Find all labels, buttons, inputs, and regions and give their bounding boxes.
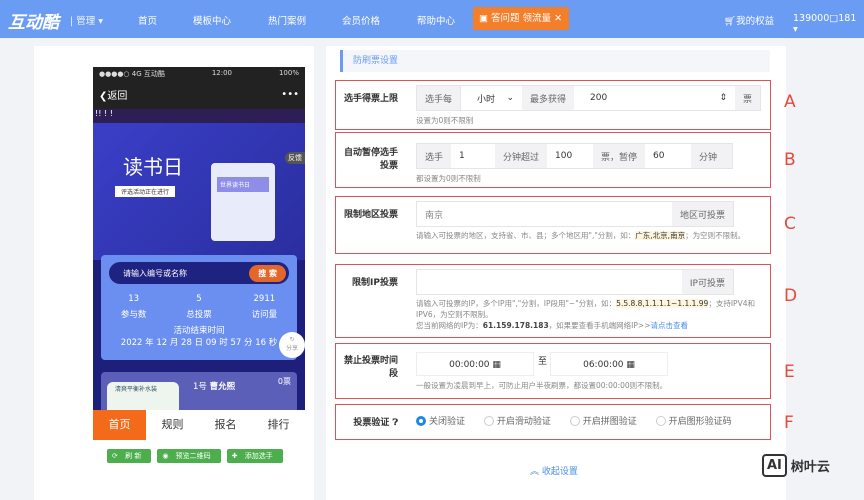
preview-qr-button[interactable]: ◉ 预览二维码 xyxy=(157,449,221,463)
tab-signup[interactable]: 报名 xyxy=(199,410,252,440)
marker-f: F xyxy=(784,413,794,433)
banner-subtitle: 评选活动正在进行 xyxy=(115,186,176,197)
marquee: !! ! ! xyxy=(93,109,305,123)
addon-text: 票 xyxy=(734,86,760,110)
ip-input[interactable] xyxy=(417,270,682,294)
cart-icon: 🛒︎ xyxy=(724,16,737,27)
share-button[interactable]: ↻ 分享 xyxy=(279,332,305,358)
verification-label: 投票验证 ❓︎ xyxy=(353,418,398,428)
tab-rules[interactable]: 规则 xyxy=(146,410,199,440)
status-bar: ●●●●○ 4G 互动酷 12:00 100% xyxy=(93,67,305,79)
addon-text: 最多获得 xyxy=(522,86,575,110)
nav-cases[interactable]: 热门案例 xyxy=(268,13,306,27)
marker-c: C xyxy=(784,214,796,234)
stats-panel: 请输入编号或名称 搜 索 13 参与数 5 总投票 2911 访问量 活动结束时间 20… xyxy=(101,255,305,360)
addon-text: 地区可投票 xyxy=(671,202,733,226)
end-time: 2022 年 12 月 28 日 09 时 57 分 16 秒 xyxy=(120,338,278,348)
auto-pause-row: 自动暂停选手 投票 选手 1 分钟超过 100 票，暂停 60 分钟 都设置为0则… xyxy=(335,132,771,188)
scroll-label: 世界读书日 xyxy=(217,177,269,192)
auto-pause-label: 自动暂停选手 投票 xyxy=(343,148,398,171)
watermark-logo-icon: AI xyxy=(762,454,787,477)
logo[interactable]: 互动酷 xyxy=(8,8,59,33)
calendar-icon: ▦ xyxy=(492,360,501,370)
phone-tabs: 首页 规则 报名 排行 xyxy=(93,410,305,440)
radio-off[interactable]: 关闭验证 xyxy=(416,414,465,427)
search-button[interactable]: 搜 索 xyxy=(249,264,286,282)
start-time-input[interactable]: 00:00:00 ▦ xyxy=(416,352,534,376)
marker-a: A xyxy=(784,92,796,112)
banner: 读书日 评选活动正在进行 世界读书日 反馈 xyxy=(93,123,305,260)
radio-captcha[interactable]: 开启图形验证码 xyxy=(655,414,732,427)
addon-text: 选手 xyxy=(417,144,452,168)
close-icon[interactable]: ✕ xyxy=(554,13,562,24)
help-icon[interactable]: ❓︎ xyxy=(393,418,398,428)
nav-pricing[interactable]: 会员价格 xyxy=(342,13,380,27)
max-votes-input[interactable]: 200 ⇕ xyxy=(574,86,735,110)
blocked-time-label: 禁止投票时间段 xyxy=(343,356,398,379)
votes-threshold-input[interactable]: 100 xyxy=(547,144,594,168)
blocked-time-row: 禁止投票时间段 00:00:00 ▦ 至 06:00:00 ▦ 一般设置为凌晨到… xyxy=(335,343,771,399)
promo-button[interactable]: ▣ 答问题 领流量 ✕ xyxy=(473,7,569,30)
ip-limit-label: 限制IP投票 xyxy=(352,278,398,288)
addon-text: 选手每 xyxy=(417,86,461,110)
region-input[interactable]: 南京 xyxy=(417,202,672,226)
phone-preview: ●●●●○ 4G 互动酷 12:00 100% ❮返回 ••• !! ! ! 读书日 … xyxy=(93,67,305,440)
refresh-button[interactable]: ⟳ 刷 新 xyxy=(107,449,152,463)
nav-help[interactable]: 帮助中心 xyxy=(417,13,455,27)
hint: 设置为0则不限制 xyxy=(416,116,474,125)
add-candidate-button[interactable]: ✚ 添加选手 xyxy=(226,449,283,463)
stat-participants: 13 参与数 xyxy=(120,294,147,320)
calendar-icon: ▦ xyxy=(626,360,635,370)
nav-manage[interactable]: | 管理 ▾ xyxy=(70,13,103,27)
my-rights-link[interactable]: 🛒︎我的权益 xyxy=(724,13,774,27)
marker-d: D xyxy=(784,286,798,306)
marker-b: B xyxy=(784,150,796,170)
nav-templates[interactable]: 模板中心 xyxy=(193,13,231,27)
tab-ranking[interactable]: 排行 xyxy=(252,410,305,440)
more-icon[interactable]: ••• xyxy=(281,89,299,100)
stat-visits: 2911 访问量 xyxy=(251,294,278,320)
addon-text: 分钟超过 xyxy=(495,144,548,168)
candidate-votes: 0票 xyxy=(277,377,291,386)
banner-title: 读书日 xyxy=(123,155,183,179)
vote-cap-label: 选手得票上限 xyxy=(343,94,398,104)
radio-puzzle[interactable]: 开启拼图验证 xyxy=(569,414,637,427)
to-label: 至 xyxy=(538,357,548,367)
report-button[interactable]: 反馈 xyxy=(285,152,305,164)
watermark: AI 树叶云 xyxy=(762,454,830,477)
verification-row: 投票验证 ❓︎ 关闭验证 开启滑动验证 开启拼图验证 开启图形验证码 xyxy=(335,404,771,440)
minutes-input[interactable]: 1 xyxy=(451,144,496,168)
vote-cap-row: 选手得票上限 选手每 小时 ⌄ 最多获得 200 ⇕ 票 设置为0则不限制 xyxy=(335,80,771,130)
hint: 一般设置为凌晨到早上，可防止用户半夜刷票，都设置00:00:00则不限制。 xyxy=(416,381,668,390)
tab-home[interactable]: 首页 xyxy=(93,410,146,440)
hint: 请输入可投票的IP，多个IP用","分割，IP段用"~"分割，如：5.5.8.8… xyxy=(416,299,755,330)
end-label: 活动结束时间 xyxy=(173,326,225,336)
end-time-input[interactable]: 06:00:00 ▦ xyxy=(550,352,668,376)
addon-text: IP可投票 xyxy=(681,270,733,294)
marker-e: E xyxy=(784,362,795,382)
top-nav: 互动酷 | 管理 ▾ 首页 模板中心 热门案例 会员价格 帮助中心 ▣ 答问题 … xyxy=(0,0,864,38)
section-title: 防刷票设置 xyxy=(340,50,770,72)
addon-text: 票，暂停 xyxy=(593,144,646,168)
ip-limit-row: 限制IP投票 IP可投票 请输入可投票的IP，多个IP用","分割，IP段用"~… xyxy=(335,264,771,338)
search-input[interactable]: 请输入编号或名称 xyxy=(123,268,187,279)
pause-minutes-input[interactable]: 60 xyxy=(645,144,692,168)
collapse-settings-link[interactable]: ︽ 收起设置 xyxy=(530,464,578,477)
addon-text: 分钟 xyxy=(691,144,732,168)
view-mobile-ip-link[interactable]: 请点击查看 xyxy=(651,321,689,330)
nav-home[interactable]: 首页 xyxy=(138,13,157,27)
region-limit-row: 限制地区投票 南京 地区可投票 请输入可投票的地区，支持省、市、县；多个地区用"… xyxy=(335,196,771,254)
back-button[interactable]: ❮返回 xyxy=(99,87,127,102)
period-select[interactable]: 小时 ⌄ xyxy=(460,86,523,110)
user-menu[interactable]: 139000□181 ▾ xyxy=(793,13,864,35)
region-limit-label: 限制地区投票 xyxy=(343,210,398,220)
hint: 都设置为0则不限制 xyxy=(416,174,481,183)
hint: 请输入可投票的地区，支持省、市、县；多个地区用","分割，如：广东,北京,南京；… xyxy=(416,231,746,240)
stat-votes: 5 总投票 xyxy=(186,294,212,320)
radio-slide[interactable]: 开启滑动验证 xyxy=(483,414,551,427)
